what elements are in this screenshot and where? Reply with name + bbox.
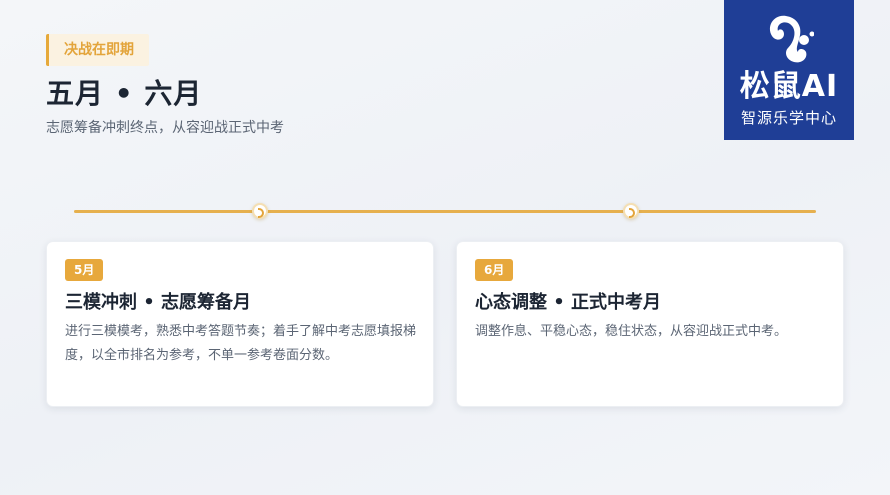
month-badge: 6月 bbox=[475, 259, 514, 281]
card-title: 三模冲刺 • 志愿筹备月 bbox=[65, 292, 252, 313]
card-description: 调整作息、平稳心态，稳住状态，从容迎战正式中考。 bbox=[475, 324, 788, 339]
header-tag: 决战在即期 bbox=[46, 34, 149, 66]
card-june: 6月 心态调整 • 正式中考月 调整作息、平稳心态，稳住状态，从容迎战正式中考。 bbox=[456, 241, 844, 407]
page-title: 五月 • 六月 bbox=[46, 77, 203, 110]
logo-sub-text: 智源乐学中心 bbox=[740, 109, 837, 127]
timeline-node-may bbox=[252, 203, 268, 219]
card-description: 进行三模模考，熟悉中考答题节奏；着手了解中考志愿填报梯度，以全市排名为参考，不单… bbox=[65, 324, 417, 363]
logo-brand-text: 松鼠AI bbox=[739, 69, 839, 104]
card-title: 心态调整 • 正式中考月 bbox=[475, 292, 662, 313]
timeline-node-june bbox=[623, 203, 639, 219]
brand-logo: 松鼠AI 智源乐学中心 bbox=[724, 0, 854, 140]
month-badge: 5月 bbox=[65, 259, 104, 281]
timeline-line bbox=[74, 210, 816, 213]
page-subtitle: 志愿筹备冲刺终点，从容迎战正式中考 bbox=[46, 120, 284, 136]
card-may: 5月 三模冲刺 • 志愿筹备月 进行三模模考，熟悉中考答题节奏；着手了解中考志愿… bbox=[46, 241, 434, 407]
squirrel-icon bbox=[769, 15, 814, 63]
